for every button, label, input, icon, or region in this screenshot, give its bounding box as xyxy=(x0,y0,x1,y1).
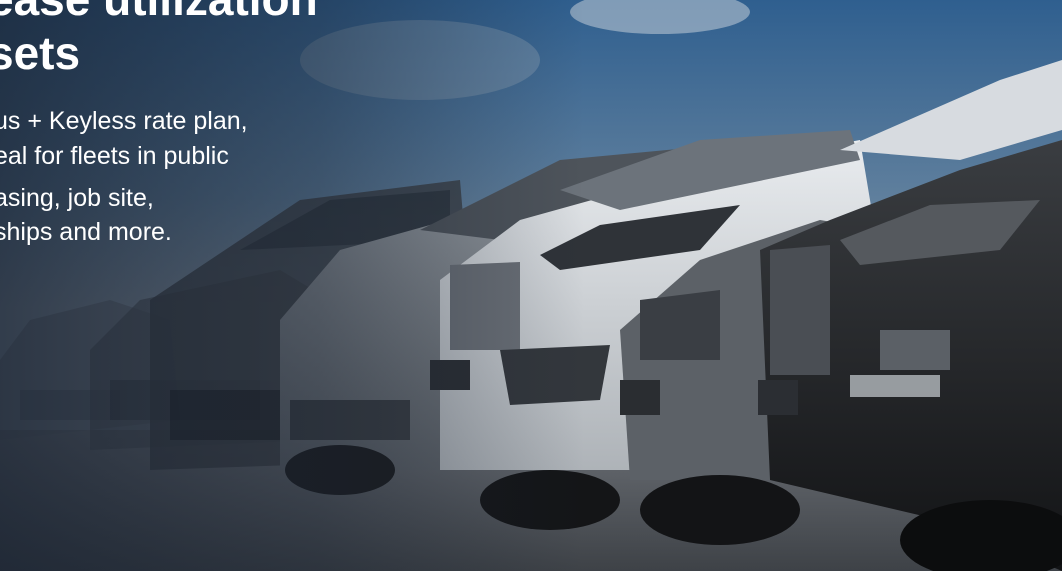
hero-banner: ease utilization sets us + Keyless rate … xyxy=(0,0,1062,571)
hero-headline-line-2: sets xyxy=(0,27,81,79)
hero-body-line-2: eal for fleets in public xyxy=(0,142,229,170)
hero-body-line-3: asing, job site, xyxy=(0,184,154,212)
hero-body-line-1: us + Keyless rate plan, xyxy=(0,107,248,135)
hero-body-line-4: ships and more. xyxy=(0,218,172,246)
hero-copy: ease utilization sets us + Keyless rate … xyxy=(0,0,520,300)
hero-headline-line-1: ease utilization xyxy=(0,0,318,26)
